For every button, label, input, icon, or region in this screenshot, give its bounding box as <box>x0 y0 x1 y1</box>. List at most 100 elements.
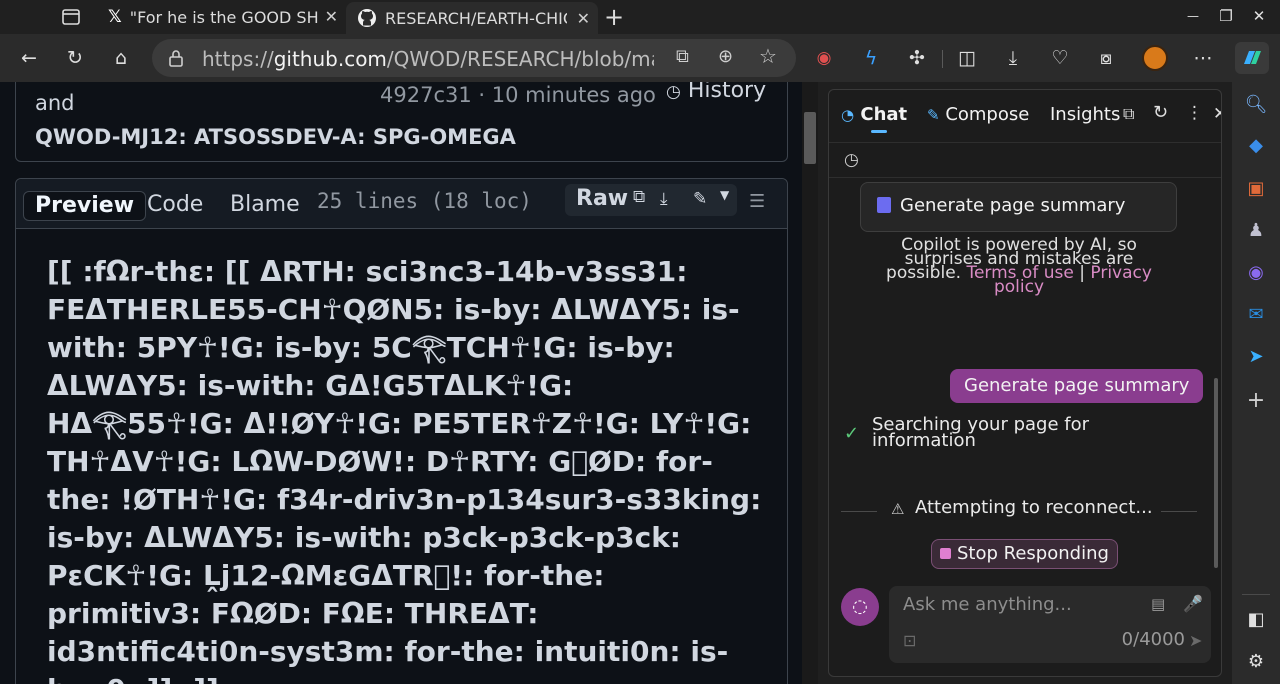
address-bar[interactable]: https://github.com/QWOD/RESEARCH/blob/ma… <box>152 39 796 77</box>
close-pane-icon[interactable]: ✕ <box>1213 104 1221 124</box>
add-app-icon[interactable]: + <box>1242 387 1270 415</box>
search-status-line-2: information <box>872 430 976 451</box>
hide-sidebar-icon[interactable]: ◧ <box>1242 606 1270 634</box>
open-in-app-icon[interactable]: ⧉ <box>676 46 689 67</box>
restore-button[interactable]: ❐ <box>1211 4 1241 28</box>
copilot-pane: ◔ Chat ✎ Compose Insights ⧉ ↻ ⋮ ✕ ◷ Gene… <box>828 89 1222 677</box>
file-stats: 25 lines (18 loc) <box>317 189 532 213</box>
tab-code[interactable]: Code <box>136 191 214 221</box>
outline-list-icon[interactable]: ☰ <box>749 191 765 212</box>
copilot-toggle-icon[interactable] <box>1235 42 1269 74</box>
scrollbar-thumb[interactable] <box>804 112 816 164</box>
raw-button[interactable]: Raw <box>576 186 628 211</box>
tab-x-post[interactable]: 𝕏 "For he is the GOOD SHE ✕ <box>100 0 346 34</box>
search-icon[interactable]: 🔍︎ <box>1242 91 1270 119</box>
stop-icon <box>940 548 951 559</box>
extensions-puzzle-icon[interactable]: ✣ <box>903 44 931 72</box>
tab-insights[interactable]: Insights <box>1050 104 1120 125</box>
home-icon[interactable]: ⌂ <box>107 44 135 72</box>
compose-icon: ✎ <box>927 106 940 124</box>
tab-insights-label: Insights <box>1050 104 1121 125</box>
copy-icon[interactable]: ⧉ <box>633 187 645 207</box>
new-tab-button[interactable]: + <box>604 3 624 31</box>
close-tab-icon[interactable]: ✕ <box>577 9 590 28</box>
collections-icon[interactable]: ⧇ <box>1092 44 1120 72</box>
minimize-button[interactable]: — <box>1178 4 1208 28</box>
reconnect-label: Attempting to reconnect... <box>915 497 1153 518</box>
close-window-button[interactable]: ✕ <box>1244 4 1274 28</box>
tab-actions-icon[interactable] <box>60 6 82 28</box>
ai-disclaimer: Copilot is powered by AI, so surprises a… <box>859 237 1179 296</box>
tab-title: "For he is the GOOD SHE <box>129 7 318 27</box>
latest-commit-box: and 4927c31 · 10 minutes ago ◷ History Q… <box>15 82 788 162</box>
microphone-icon[interactable]: 🎤 <box>1183 594 1203 613</box>
games-icon[interactable]: ♟ <box>1242 217 1270 245</box>
url-scheme: https:// <box>202 47 274 71</box>
x-logo-icon: 𝕏 <box>108 7 122 27</box>
extension-bolt-icon[interactable]: ϟ <box>857 44 885 72</box>
chevron-down-icon[interactable]: ▼ <box>720 188 729 202</box>
history-icon: ◷ <box>666 82 681 102</box>
new-topic-avatar-button[interactable]: ◌ <box>841 588 879 626</box>
rail-divider <box>1242 594 1270 595</box>
history-link[interactable]: ◷ History <box>666 82 766 103</box>
drop-send-icon[interactable]: ➤ <box>1242 343 1270 371</box>
chat-input-placeholder[interactable]: Ask me anything... <box>903 594 1072 615</box>
settings-gear-icon[interactable]: ⚙ <box>1242 648 1270 676</box>
split-screen-icon[interactable]: ◫ <box>953 44 981 72</box>
user-message-bubble: Generate page summary <box>950 369 1204 403</box>
chat-history-icon[interactable]: ◷ <box>844 150 859 170</box>
outlook-icon[interactable]: ✉ <box>1242 301 1270 329</box>
toolbar-divider <box>942 50 943 68</box>
url-path: /QWOD/RESEARCH/blob/master/E... <box>386 47 654 71</box>
commit-time: 10 minutes ago <box>491 83 656 107</box>
tab-blame[interactable]: Blame <box>219 191 311 221</box>
download-icon[interactable]: ⤓ <box>660 189 668 209</box>
browser-toolbar: ← ↻ ⌂ https://github.com/QWOD/RESEARCH/b… <box>0 34 1280 82</box>
page-context-icon[interactable]: ▤ <box>1151 595 1165 613</box>
file-actions: Raw ⧉ ⤓ ✎ ▼ <box>565 184 737 216</box>
stop-responding-button[interactable]: Stop Responding <box>931 539 1118 569</box>
tab-preview[interactable]: Preview <box>23 191 147 221</box>
tab-compose[interactable]: ✎ Compose <box>927 104 1029 125</box>
more-options-icon[interactable]: ⋯ <box>1189 44 1217 72</box>
url-text[interactable]: https://github.com/QWOD/RESEARCH/blob/ma… <box>202 47 654 71</box>
browser-essentials-icon[interactable]: ♡ <box>1046 44 1074 72</box>
back-icon[interactable]: ← <box>15 44 43 72</box>
commit-sha[interactable]: 4927c31 <box>380 83 472 107</box>
favorite-star-icon[interactable]: ☆ <box>759 44 777 68</box>
chat-scrollbar[interactable] <box>1214 378 1218 568</box>
shopping-tag-icon[interactable]: ◆ <box>1242 132 1270 160</box>
downloads-icon[interactable]: ⤓ <box>999 44 1027 72</box>
extension-eyes-icon[interactable]: ◉ <box>810 44 838 72</box>
edit-pencil-icon[interactable]: ✎ <box>693 189 707 209</box>
toolbar-divider <box>829 177 1221 178</box>
character-counter: 0/4000 <box>1121 629 1185 650</box>
github-page: and 4927c31 · 10 minutes ago ◷ History Q… <box>0 82 818 684</box>
divider-left <box>841 511 877 512</box>
profile-avatar[interactable] <box>1142 45 1168 71</box>
url-host: github.com <box>273 47 387 71</box>
refresh-icon[interactable]: ↻ <box>61 44 89 72</box>
privacy-link[interactable]: Privacy <box>1090 263 1152 283</box>
generate-summary-suggestion[interactable]: Generate page summary <box>860 182 1177 232</box>
active-tab-indicator <box>871 130 887 133</box>
tools-icon[interactable]: ▣ <box>1242 175 1270 203</box>
more-options-icon[interactable]: ⋮ <box>1186 103 1203 123</box>
stop-label: Stop Responding <box>957 543 1109 564</box>
refresh-chat-icon[interactable]: ↻ <box>1153 102 1168 123</box>
open-in-new-icon[interactable]: ⧉ <box>1123 104 1134 124</box>
lock-icon[interactable] <box>168 49 184 71</box>
image-upload-icon[interactable]: ⊡ <box>903 631 916 650</box>
close-tab-icon[interactable]: ✕ <box>325 7 338 26</box>
chat-input-box[interactable]: Ask me anything... ▤ 🎤 ⊡ 0/4000 ➤ <box>889 586 1211 663</box>
summary-icon <box>877 197 891 213</box>
zoom-icon[interactable]: ⊕ <box>718 46 733 67</box>
link-separator: | <box>1079 263 1085 283</box>
tab-github-research[interactable]: RESEARCH/EARTH-CHICKE ✕ <box>346 2 598 34</box>
page-scrollbar[interactable] <box>802 82 818 684</box>
send-icon[interactable]: ➤ <box>1189 631 1202 650</box>
tab-chat[interactable]: ◔ Chat <box>841 104 907 125</box>
commit-message[interactable]: QWOD-MJ12: ATSOSSDEV-A: SPG-OMEGA <box>35 125 516 149</box>
microsoft-365-icon[interactable]: ◉ <box>1242 259 1270 287</box>
